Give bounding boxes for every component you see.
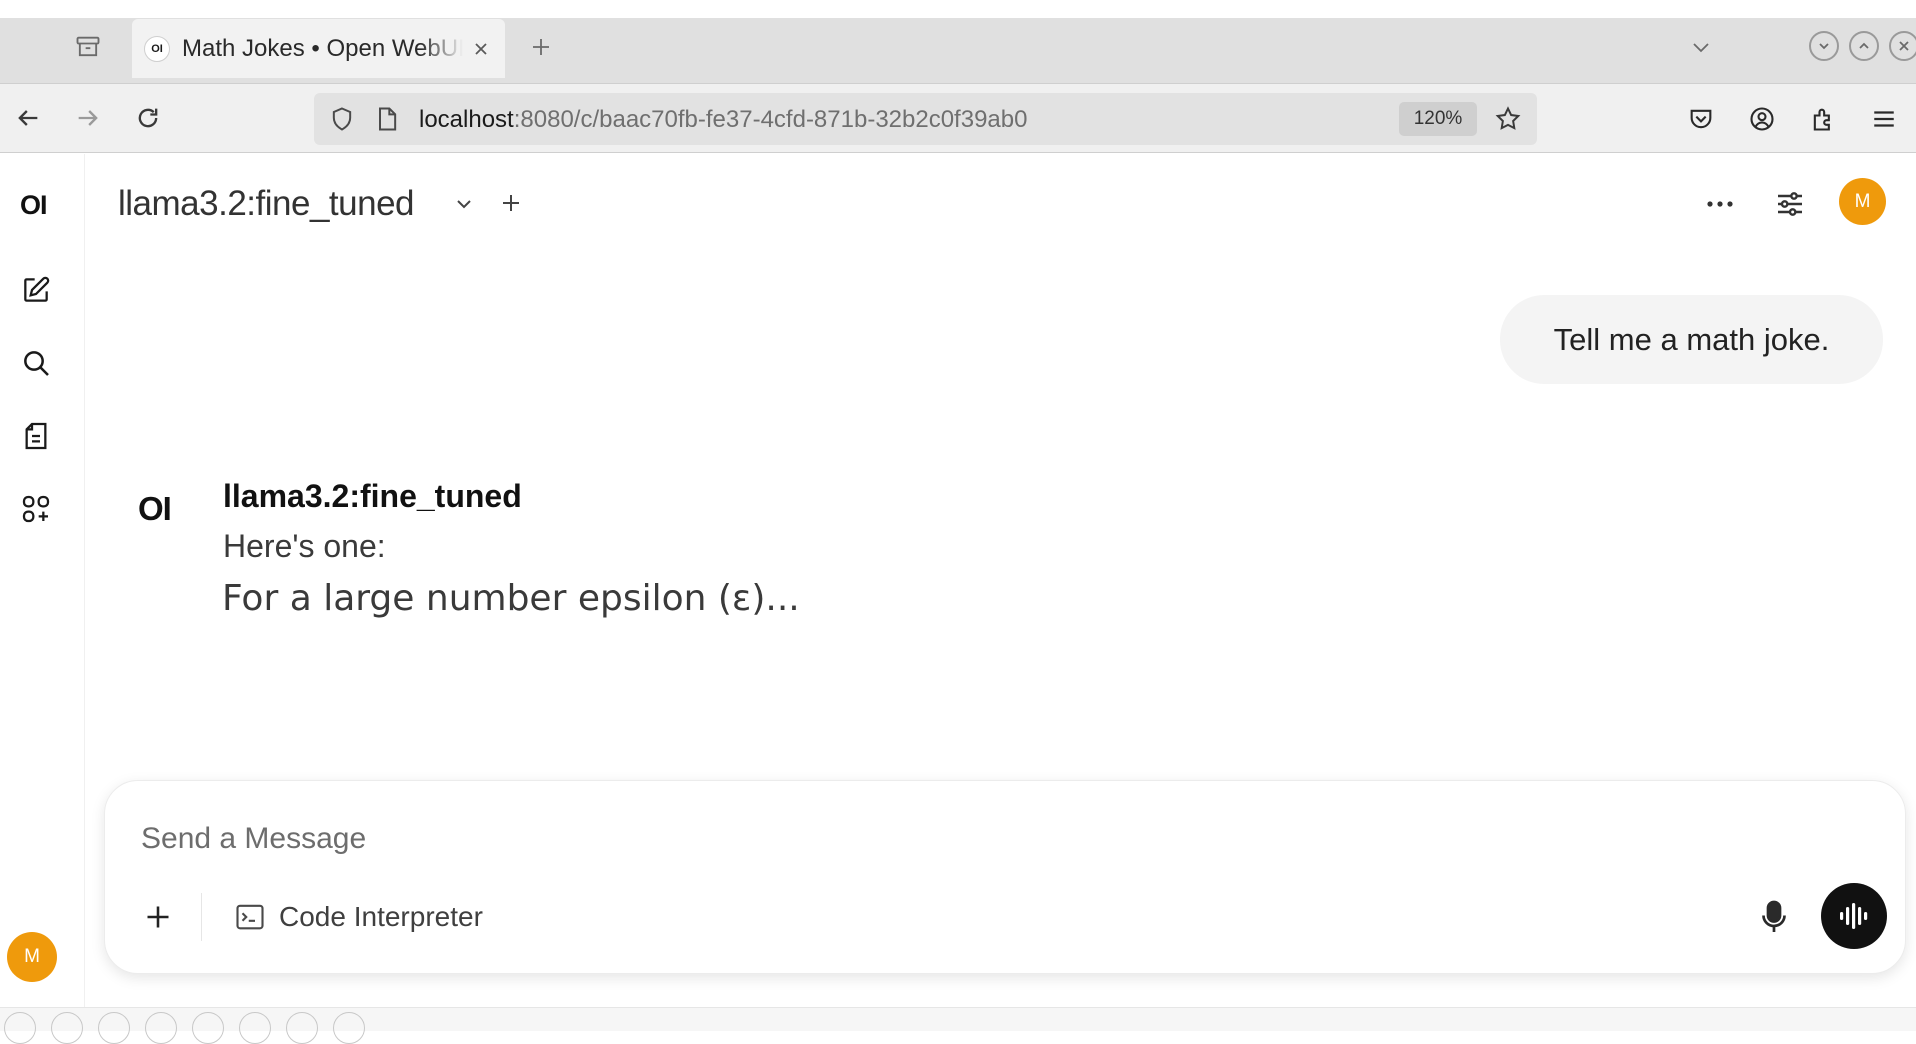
chat-controls-sliders-icon[interactable] <box>1770 184 1810 224</box>
voice-mode-button[interactable] <box>1821 883 1887 949</box>
url-host: localhost <box>419 106 514 133</box>
toolbar-window-icon[interactable] <box>239 1012 271 1044</box>
url-bar[interactable]: localhost:8080/c/baac70fb-fe37-4cfd-871b… <box>314 93 1537 145</box>
toolbar-grid-icon[interactable] <box>145 1012 177 1044</box>
attach-plus-icon[interactable] <box>137 896 179 938</box>
close-icon[interactable] <box>469 37 493 61</box>
minimize-button[interactable] <box>1809 31 1839 61</box>
user-message-bubble: Tell me a math joke. <box>1500 295 1883 384</box>
maximize-button[interactable] <box>1849 31 1879 61</box>
sidebar: OI M <box>0 154 85 1007</box>
pocket-icon[interactable] <box>1683 101 1719 137</box>
terminal-icon <box>235 903 265 931</box>
reload-icon[interactable] <box>128 100 168 136</box>
toolbar-more-icon[interactable] <box>333 1012 365 1044</box>
code-interpreter-toggle[interactable]: Code Interpreter <box>235 897 483 937</box>
message-composer: Code Interpreter <box>104 780 1906 974</box>
assistant-message-line: For a large number epsilon (ε)... <box>222 578 800 619</box>
url-text[interactable]: localhost:8080/c/baac70fb-fe37-4cfd-871b… <box>419 106 1027 134</box>
user-avatar[interactable]: M <box>7 932 57 982</box>
zoom-level-badge[interactable]: 120% <box>1399 102 1477 136</box>
new-chat-icon[interactable] <box>18 272 54 308</box>
assistant-message-line: Here's one: <box>223 528 386 564</box>
toolbar-back-icon[interactable] <box>4 1012 36 1044</box>
toolbar-mail-icon[interactable] <box>286 1012 318 1044</box>
add-model-plus-icon[interactable] <box>496 188 526 218</box>
extensions-icon[interactable] <box>1805 101 1841 137</box>
search-icon[interactable] <box>18 345 54 381</box>
tab-overview-icon[interactable] <box>70 32 106 62</box>
header-user-avatar[interactable]: M <box>1839 178 1886 225</box>
close-window-button[interactable] <box>1889 31 1916 61</box>
tab-title: Math Jokes • Open WebUI <box>182 34 464 62</box>
message-input[interactable] <box>141 817 1641 861</box>
code-interpreter-label: Code Interpreter <box>279 901 483 932</box>
back-icon[interactable] <box>8 100 48 136</box>
toolbar-edit-icon[interactable] <box>98 1012 130 1044</box>
waveform-icon <box>1840 903 1868 929</box>
star-icon[interactable] <box>1494 105 1522 138</box>
forward-icon[interactable] <box>68 100 108 136</box>
toolbar-forward-icon[interactable] <box>51 1012 83 1044</box>
notes-icon[interactable] <box>18 418 54 454</box>
window-top-strip <box>0 0 1916 18</box>
page-icon[interactable] <box>374 105 400 138</box>
tab-favicon: OI <box>144 35 170 62</box>
url-path: :8080/c/baac70fb-fe37-4cfd-871b-32b2c0f3… <box>513 106 1028 133</box>
tab-list-chevron-down-icon[interactable] <box>1684 30 1718 64</box>
app-content: OI M llama3.2:fine_tuned M Tell me a mat… <box>0 154 1916 1007</box>
workspace-icon[interactable] <box>18 491 54 527</box>
new-tab-button[interactable] <box>524 30 558 64</box>
shield-icon[interactable] <box>328 105 356 138</box>
chevron-down-icon[interactable] <box>450 190 478 218</box>
assistant-avatar-logo: OI <box>138 490 172 527</box>
composer-divider <box>201 893 202 941</box>
assistant-name: llama3.2:fine_tuned <box>223 478 522 514</box>
account-icon[interactable] <box>1744 101 1780 137</box>
model-selector[interactable]: llama3.2:fine_tuned <box>118 184 415 224</box>
toolbar-search-icon[interactable] <box>192 1012 224 1044</box>
microphone-icon[interactable] <box>1752 895 1796 939</box>
more-options-icon[interactable] <box>1700 184 1740 224</box>
app-logo[interactable]: OI <box>20 190 47 221</box>
menu-icon[interactable] <box>1866 101 1902 137</box>
browser-tab-active[interactable]: OI Math Jokes • Open WebUI <box>132 19 505 78</box>
